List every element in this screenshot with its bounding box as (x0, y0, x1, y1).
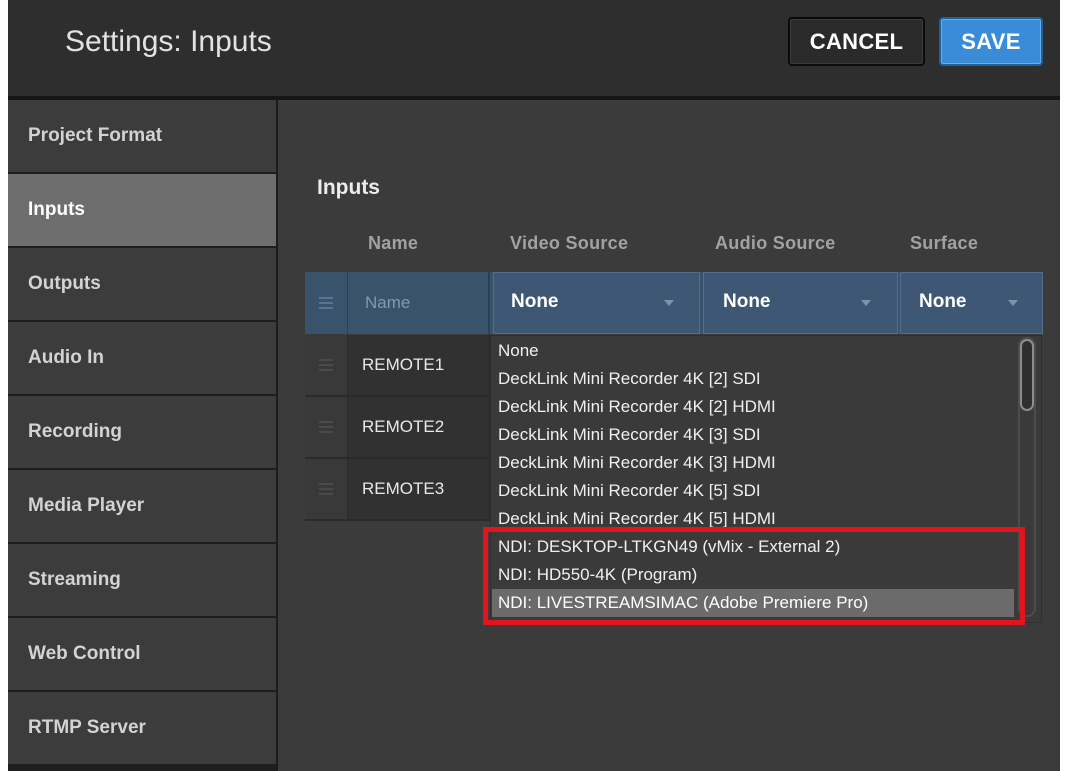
input-name-cell[interactable]: REMOTE2 (349, 397, 490, 457)
dropdown-option[interactable]: DeckLink Mini Recorder 4K [2] SDI (492, 365, 1014, 393)
drag-handle-icon[interactable] (319, 483, 333, 495)
sidebar-item-label: Streaming (28, 569, 121, 590)
input-name-cell[interactable]: REMOTE1 (349, 335, 490, 395)
sidebar-item-outputs[interactable]: Outputs (8, 248, 276, 322)
scrollbar-thumb[interactable] (1020, 339, 1034, 411)
cancel-button[interactable]: CANCEL (788, 17, 925, 66)
row-handle-cell[interactable] (305, 459, 348, 519)
column-header-name: Name (368, 233, 419, 253)
row-handle-cell[interactable] (305, 397, 348, 457)
dropdown-option[interactable]: DeckLink Mini Recorder 4K [3] SDI (492, 421, 1014, 449)
sidebar-item-audio-in[interactable]: Audio In (8, 322, 276, 396)
sidebar-item-web-control[interactable]: Web Control (8, 618, 276, 692)
sidebar-item-label: Media Player (28, 495, 145, 516)
page-title: Settings: Inputs (65, 25, 272, 58)
video-source-select[interactable]: None (493, 272, 700, 334)
sidebar-item-streaming[interactable]: Streaming (8, 544, 276, 618)
table-row[interactable]: REMOTE2 (305, 397, 490, 459)
audio-source-select[interactable]: None (703, 272, 898, 334)
audio-source-value: None (723, 291, 771, 312)
header-bar: Settings: Inputs CANCEL SAVE (8, 0, 1060, 100)
sidebar-item-label: Inputs (28, 199, 85, 220)
dropdown-option[interactable]: DeckLink Mini Recorder 4K [3] HDMI (492, 449, 1014, 477)
video-source-value: None (511, 291, 559, 312)
drag-handle-icon (319, 297, 333, 309)
chevron-down-icon (861, 300, 871, 306)
video-source-dropdown-list: None DeckLink Mini Recorder 4K [2] SDI D… (490, 335, 1042, 623)
column-header-video-source: Video Source (510, 233, 629, 253)
sidebar-item-label: Audio In (28, 347, 104, 368)
dropdown-option[interactable]: NDI: LIVESTREAMSIMAC (Adobe Premiere Pro… (492, 589, 1014, 617)
table-row[interactable]: REMOTE3 (305, 459, 490, 521)
sidebar-item-rtmp-server[interactable]: RTMP Server (8, 692, 276, 766)
sidebar-item-label: RTMP Server (28, 717, 146, 738)
sidebar-item-label: Project Format (28, 125, 163, 146)
table-row[interactable]: REMOTE1 (305, 335, 490, 397)
sidebar-item-label: Outputs (28, 273, 101, 294)
sidebar-item-media-player[interactable]: Media Player (8, 470, 276, 544)
sidebar-item-project-format[interactable]: Project Format (8, 100, 276, 174)
input-name-cell[interactable]: REMOTE3 (349, 459, 490, 519)
dropdown-option[interactable]: NDI: HD550-4K (Program) (492, 561, 1014, 589)
settings-sidebar: Project Format Inputs Outputs Audio In R… (8, 100, 278, 771)
settings-window: Settings: Inputs CANCEL SAVE Project For… (8, 0, 1060, 771)
surface-value: None (919, 291, 967, 312)
chevron-down-icon (664, 300, 674, 306)
section-title: Inputs (317, 176, 380, 199)
dropdown-option[interactable]: NDI: DESKTOP-LTKGN49 (vMix - External 2) (492, 533, 1014, 561)
sidebar-item-label: Web Control (28, 643, 141, 664)
dropdown-options: None DeckLink Mini Recorder 4K [2] SDI D… (492, 337, 1014, 617)
column-header-surface: Surface (910, 233, 979, 253)
inputs-panel: Inputs Name Video Source Audio Source Su… (278, 100, 1060, 771)
new-input-name-field[interactable] (349, 272, 490, 334)
new-input-row: None None None (305, 272, 1043, 334)
dropdown-scrollbar[interactable] (1018, 337, 1036, 617)
dropdown-option[interactable]: DeckLink Mini Recorder 4K [5] HDMI (492, 505, 1014, 533)
chevron-down-icon (1008, 300, 1018, 306)
sidebar-item-recording[interactable]: Recording (8, 396, 276, 470)
drag-handle-icon[interactable] (319, 421, 333, 433)
drag-handle-icon[interactable] (319, 359, 333, 371)
dropdown-option[interactable]: DeckLink Mini Recorder 4K [5] SDI (492, 477, 1014, 505)
save-button[interactable]: SAVE (939, 17, 1043, 66)
sidebar-item-label: Recording (28, 421, 122, 442)
column-header-audio-source: Audio Source (715, 233, 836, 253)
sidebar-item-inputs[interactable]: Inputs (8, 174, 276, 248)
dropdown-option[interactable]: None (492, 337, 1014, 365)
dropdown-option[interactable]: DeckLink Mini Recorder 4K [2] HDMI (492, 393, 1014, 421)
row-handle-cell (305, 272, 348, 334)
row-handle-cell[interactable] (305, 335, 348, 395)
surface-select[interactable]: None (900, 272, 1043, 334)
